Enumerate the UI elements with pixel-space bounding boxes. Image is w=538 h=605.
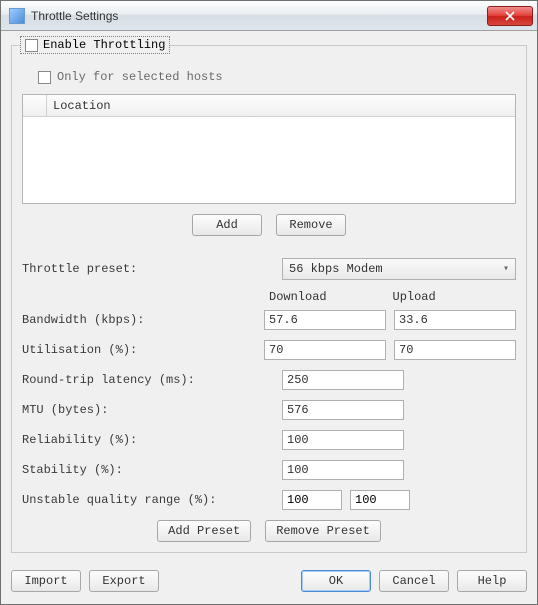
utilisation-label: Utilisation (%): [22,343,264,357]
stability-input[interactable] [282,460,404,480]
checkbox-icon [38,71,51,84]
preset-row: Throttle preset: 56 kbps Modem ▾ [22,258,516,280]
ok-button[interactable]: OK [301,570,371,592]
utilisation-row: Utilisation (%): [22,340,516,360]
mtu-input[interactable] [282,400,404,420]
reliability-row: Reliability (%): [22,430,516,450]
enable-throttling-checkbox[interactable]: Enable Throttling [20,36,170,54]
bandwidth-upload-input[interactable] [394,310,516,330]
export-button[interactable]: Export [89,570,159,592]
utilisation-upload-input[interactable] [394,340,516,360]
remove-button[interactable]: Remove [276,214,346,236]
bandwidth-label: Bandwidth (kbps): [22,313,264,327]
remove-preset-button[interactable]: Remove Preset [265,520,381,542]
bandwidth-row: Bandwidth (kbps): [22,310,516,330]
enable-throttling-label: Enable Throttling [43,38,165,52]
reliability-input[interactable] [282,430,404,450]
location-column-header[interactable]: Location [47,99,111,113]
location-list-header: Location [23,95,515,117]
preset-buttons: Add Preset Remove Preset [22,520,516,542]
bandwidth-download-input[interactable] [264,310,386,330]
add-preset-button[interactable]: Add Preset [157,520,251,542]
throttle-settings-window: Throttle Settings Enable Throttling Only… [0,0,538,605]
latency-label: Round-trip latency (ms): [22,373,282,387]
latency-row: Round-trip latency (ms): [22,370,516,390]
form-area: Throttle preset: 56 kbps Modem ▾ Downloa… [22,258,516,542]
column-headers: Download Upload [22,290,516,304]
content-area: Enable Throttling Only for selected host… [1,31,537,562]
preset-combo[interactable]: 56 kbps Modem ▾ [282,258,516,280]
throttling-groupbox: Enable Throttling Only for selected host… [11,45,527,553]
checkbox-icon [25,39,38,52]
selected-hosts-label: Only for selected hosts [57,70,223,84]
close-button[interactable] [487,6,533,26]
cancel-button[interactable]: Cancel [379,570,449,592]
location-buttons: Add Remove [22,214,516,236]
preset-label: Throttle preset: [22,262,282,276]
close-icon [505,11,515,21]
chevron-down-icon: ▾ [503,263,509,275]
unstable-range-label: Unstable quality range (%): [22,493,282,507]
upload-header: Upload [393,290,517,304]
import-button[interactable]: Import [11,570,81,592]
latency-input[interactable] [282,370,404,390]
download-header: Download [269,290,393,304]
unstable-max-input[interactable] [350,490,410,510]
window-title: Throttle Settings [31,9,487,23]
unstable-range-row: Unstable quality range (%): [22,490,516,510]
stability-label: Stability (%): [22,463,282,477]
title-bar: Throttle Settings [1,1,537,31]
bottom-bar: Import Export OK Cancel Help [1,562,537,604]
utilisation-download-input[interactable] [264,340,386,360]
mtu-row: MTU (bytes): [22,400,516,420]
add-button[interactable]: Add [192,214,262,236]
mtu-label: MTU (bytes): [22,403,282,417]
preset-value: 56 kbps Modem [289,262,383,276]
selected-hosts-checkbox[interactable]: Only for selected hosts [38,70,516,84]
stability-row: Stability (%): [22,460,516,480]
location-list[interactable]: Location [22,94,516,204]
header-spacer [23,95,47,116]
help-button[interactable]: Help [457,570,527,592]
unstable-min-input[interactable] [282,490,342,510]
app-icon [9,8,25,24]
reliability-label: Reliability (%): [22,433,282,447]
